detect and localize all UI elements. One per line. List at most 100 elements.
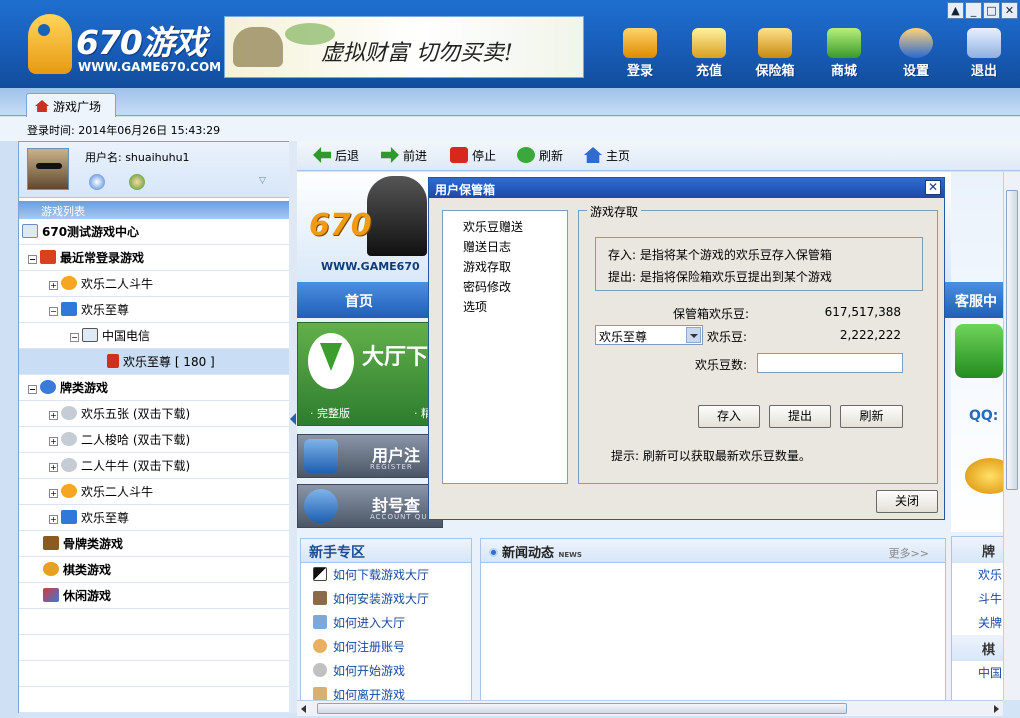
tree-item-game[interactable]: − 欢乐至尊	[19, 297, 289, 323]
settings-button[interactable]: 设置	[890, 28, 942, 80]
tab-label: 游戏广场	[53, 100, 102, 114]
register-button[interactable]: 用户注 REGISTER	[297, 434, 443, 478]
newbie-link[interactable]: 如何进入大厅	[301, 611, 471, 635]
collapse-icon[interactable]: −	[28, 255, 37, 264]
game-select[interactable]: 欢乐至尊	[595, 325, 703, 345]
expand-icon[interactable]: +	[49, 463, 58, 472]
tree-item-casual-games[interactable]: 休闲游戏	[19, 583, 289, 609]
scroll-thumb[interactable]	[317, 703, 847, 714]
refresh-button[interactable]: 刷新	[517, 147, 563, 167]
safebox-button[interactable]: 保险箱	[748, 28, 802, 80]
maximize-button[interactable]: □	[983, 2, 1000, 19]
newbie-link[interactable]: 如何安装游戏大厅	[301, 587, 471, 611]
tree-item-test-center[interactable]: 670测试游戏中心	[19, 219, 289, 245]
tree-item-game[interactable]: + 二人梭哈 (双击下载)	[19, 427, 289, 453]
info-deposit: 存入: 是指将某个游戏的欢乐豆存入保管箱	[608, 248, 832, 262]
dialog-close-button[interactable]: 关闭	[876, 490, 938, 513]
newbie-link[interactable]: 如何注册账号	[301, 635, 471, 659]
group-title: 游戏存取	[587, 203, 642, 220]
horizontal-scrollbar[interactable]	[297, 700, 1003, 716]
menu-item-options[interactable]: 选项	[443, 297, 567, 317]
stop-button[interactable]: 停止	[450, 147, 496, 167]
tree-item-game[interactable]: + 欢乐二人斗牛	[19, 271, 289, 297]
deposit-button[interactable]: 存入	[698, 405, 760, 428]
app-header: 670游戏 WWW.GAME670.COM 虚拟财富 切勿买卖! 登录 充值 保…	[0, 0, 1020, 88]
expand-icon[interactable]: +	[49, 515, 58, 524]
expand-icon[interactable]: +	[49, 437, 58, 446]
scroll-left-icon[interactable]	[301, 705, 306, 713]
collapse-icon[interactable]: −	[28, 385, 37, 394]
minimize-button[interactable]: _	[965, 2, 982, 19]
tree-item-game[interactable]: + 欢乐五张 (双击下载)	[19, 401, 289, 427]
recharge-icon	[692, 28, 726, 58]
game-balance-label: 欢乐豆:	[707, 330, 748, 344]
newbie-link[interactable]: 如何下载游戏大厅	[301, 563, 471, 587]
logo-name: 670游戏	[76, 23, 207, 62]
newbie-link[interactable]: 如何离开游戏	[301, 683, 471, 700]
banner-slogan: 虚拟财富 切勿买卖!	[321, 41, 513, 66]
withdraw-button[interactable]: 提出	[769, 405, 831, 428]
tree-item-domino-games[interactable]: 骨牌类游戏	[19, 531, 289, 557]
download-lobby-box[interactable]: 大厅下 · 完整版 · 精	[297, 322, 443, 426]
tree-item-chess-games[interactable]: 棋类游戏	[19, 557, 289, 583]
close-window-button[interactable]: ✕	[1001, 2, 1018, 19]
menu-item-game-access[interactable]: 游戏存取	[443, 257, 567, 277]
home-icon	[40, 250, 56, 264]
recharge-button[interactable]: 充值	[683, 28, 735, 80]
amount-input[interactable]	[757, 353, 903, 373]
exit-button[interactable]: 退出	[958, 28, 1010, 80]
monitor-icon	[82, 328, 98, 342]
dialog-menu: 欢乐豆赠送 赠送日志 游戏存取 密码修改 选项	[442, 210, 568, 484]
menu-home-link[interactable]: 首页	[345, 291, 373, 311]
tree-item-game[interactable]: + 欢乐二人斗牛	[19, 479, 289, 505]
collapse-icon[interactable]: −	[70, 333, 79, 342]
dialog-close-icon[interactable]: ✕	[925, 180, 941, 195]
avatar[interactable]	[27, 148, 69, 190]
forward-button[interactable]: 前进	[381, 147, 427, 167]
news-title: 新闻动态	[502, 546, 555, 561]
tab-game-plaza[interactable]: 游戏广场	[26, 93, 116, 117]
phone-icon[interactable]	[955, 324, 1003, 378]
news-more-link[interactable]: 更多>>	[889, 545, 929, 561]
dropdown-arrow-icon[interactable]: ▽	[259, 176, 266, 186]
expand-icon[interactable]: +	[49, 411, 58, 420]
tree-item-card-games[interactable]: − 牌类游戏	[19, 375, 289, 401]
ad-banner[interactable]: 虚拟财富 切勿买卖!	[224, 16, 584, 78]
account-icon[interactable]: ▲	[947, 2, 964, 19]
collapse-arrow-icon[interactable]	[290, 413, 296, 425]
tree-item-game[interactable]: + 欢乐至尊	[19, 505, 289, 531]
dialog-title: 用户保管箱	[429, 178, 944, 198]
tree-item-room[interactable]: 欢乐至尊 [ 180 ]	[19, 349, 289, 375]
menu-item-password[interactable]: 密码修改	[443, 277, 567, 297]
menu-item-gift-log[interactable]: 赠送日志	[443, 237, 567, 257]
tree-item-game[interactable]: + 二人牛牛 (双击下载)	[19, 453, 289, 479]
vertical-scrollbar[interactable]	[1003, 172, 1020, 700]
scroll-thumb[interactable]	[1006, 190, 1018, 490]
friends-icon[interactable]	[129, 174, 145, 190]
expand-icon[interactable]: +	[49, 281, 58, 290]
tree-item-server[interactable]: − 中国电信	[19, 323, 289, 349]
menu-item-gift[interactable]: 欢乐豆赠送	[443, 217, 567, 237]
download-full-link[interactable]: · 完整版	[310, 405, 350, 421]
scroll-right-icon[interactable]	[994, 705, 999, 713]
home-button[interactable]: 主页	[584, 147, 630, 167]
news-subtitle: NEWS	[558, 551, 582, 559]
gear-icon[interactable]	[89, 174, 105, 190]
tree-item-recent[interactable]: − 最近常登录游戏	[19, 245, 289, 271]
expand-icon[interactable]: +	[49, 489, 58, 498]
tree-empty-row	[19, 661, 289, 687]
tree-header: 游戏列表	[19, 201, 289, 219]
newbie-link[interactable]: 如何开始游戏	[301, 659, 471, 683]
box-balance-label: 保管箱欢乐豆:	[673, 307, 750, 321]
collapse-icon[interactable]: −	[49, 307, 58, 316]
shop-icon	[827, 28, 861, 58]
ban-query-button[interactable]: 封号查 ACCOUNT QU	[297, 484, 443, 528]
refresh-balance-button[interactable]: 刷新	[840, 405, 903, 428]
game-icon	[61, 302, 77, 316]
panel-splitter[interactable]	[289, 141, 297, 713]
chevron-down-icon[interactable]	[686, 327, 701, 343]
login-button[interactable]: 登录	[614, 28, 666, 80]
login-label: 登录	[626, 64, 653, 79]
shop-button[interactable]: 商城	[818, 28, 870, 80]
back-button[interactable]: 后退	[313, 147, 359, 167]
